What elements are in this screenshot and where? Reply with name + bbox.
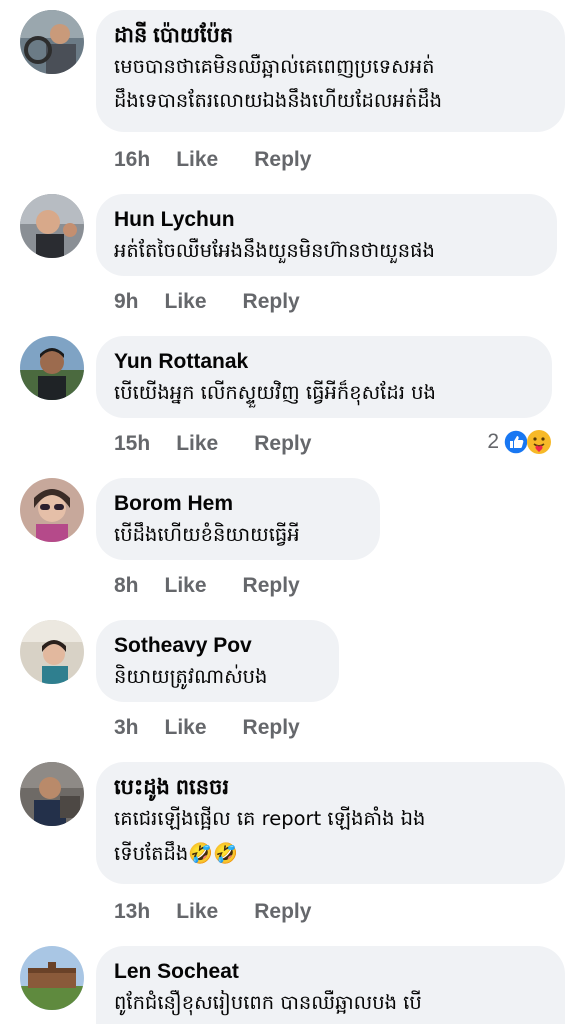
comment-bubble: បេះដូង ពនេចរ គេជេរឡើងផ្អើល គេ report ឡើង…	[96, 762, 565, 884]
like-button[interactable]: Like	[176, 432, 218, 456]
comment-actions: 15h Like Reply	[114, 429, 311, 459]
comment-bubble: ដានី ប៉ោយប៉ែត មេចបានថាគេមិនឈឺឆ្អាល់គេពេញ…	[96, 10, 565, 132]
like-button[interactable]: Like	[165, 290, 207, 314]
avatar[interactable]	[20, 478, 84, 542]
commenter-name[interactable]: Sotheavy Pov	[114, 632, 319, 660]
comment-bubble: Borom Hem បើដឹងហើយខំនិយាយធ្វើអី	[96, 478, 380, 560]
commenter-name[interactable]: បេះដូង ពនេចរ	[114, 774, 545, 802]
avatar-photo	[20, 10, 84, 74]
avatar[interactable]	[20, 762, 84, 826]
like-button[interactable]: Like	[176, 148, 218, 172]
reply-button[interactable]: Reply	[254, 148, 311, 172]
like-button[interactable]: Like	[165, 716, 207, 740]
comment-bubble: Len Socheat ពូកែជំនឿខុសរៀបពេក បានឈឺឆ្អាល…	[96, 946, 565, 1024]
comment-bubble: Hun Lychun អត់តែចៃឈឺមអែងនឹងយួនមិនហ៊ានថាយ…	[96, 194, 557, 276]
commenter-name[interactable]: Yun Rottanak	[114, 348, 532, 376]
like-button[interactable]: Like	[176, 900, 218, 924]
comment-actions: 8h Like Reply	[114, 571, 300, 601]
comment-text-body: គេជេរឡើងផ្អើល គេ report ឡើងគាំង ឯង ទើបតែ…	[114, 807, 426, 865]
commenter-name[interactable]: ដានី ប៉ោយប៉ែត	[114, 22, 545, 50]
avatar[interactable]	[20, 194, 84, 258]
comment-actions: 9h Like Reply	[114, 287, 300, 317]
commenter-name[interactable]: Len Socheat	[114, 958, 545, 986]
comment-text: មេចបានថាគេមិនឈឺឆ្អាល់គេពេញប្រទេសអត់ ដឹងទ…	[114, 55, 443, 112]
reaction-count: 2	[487, 430, 499, 453]
comment-bubble: Yun Rottanak បើយើងអ្នក លើកស្ទួយវិញ ធ្វើអ…	[96, 336, 552, 418]
avatar[interactable]	[20, 10, 84, 74]
avatar-photo	[20, 336, 84, 400]
comment-text: គេជេរឡើងផ្អើល គេ report ឡើងគាំង ឯង ទើបតែ…	[114, 802, 545, 871]
comment-actions: 3h Like Reply	[114, 713, 300, 743]
comment-text: បើដឹងហើយខំនិយាយធ្វើអី	[114, 523, 300, 546]
reply-button[interactable]: Reply	[254, 900, 311, 924]
reply-button[interactable]: Reply	[243, 716, 300, 740]
comment-timestamp[interactable]: 16h	[114, 148, 150, 172]
avatar[interactable]	[20, 620, 84, 684]
comment-bubble: Sotheavy Pov និយាយត្រូវណាស់បង	[96, 620, 339, 702]
comment-text: និយាយត្រូវណាស់បង	[114, 665, 268, 688]
like-button[interactable]: Like	[165, 574, 207, 598]
avatar-photo	[20, 762, 84, 826]
comment-text: បើយើងអ្នក លើកស្ទួយវិញ ធ្វើអីក៏ខុសដែរ បង	[114, 381, 436, 404]
reply-button[interactable]: Reply	[243, 290, 300, 314]
care-reaction-icon	[527, 430, 551, 454]
comment-actions: 13h Like Reply	[114, 897, 311, 927]
comment-timestamp[interactable]: 8h	[114, 574, 139, 598]
avatar[interactable]	[20, 946, 84, 1010]
avatar[interactable]	[20, 336, 84, 400]
comment-timestamp[interactable]: 15h	[114, 432, 150, 456]
comment-timestamp[interactable]: 9h	[114, 290, 139, 314]
reply-button[interactable]: Reply	[243, 574, 300, 598]
avatar-photo	[20, 478, 84, 542]
reaction-summary[interactable]: 2	[487, 427, 552, 457]
commenter-name[interactable]: Hun Lychun	[114, 206, 537, 234]
comment-text: អត់តែចៃឈឺមអែងនឹងយួនមិនហ៊ានថាយួនផង	[114, 239, 435, 262]
commenter-name[interactable]: Borom Hem	[114, 490, 360, 518]
avatar-photo	[20, 194, 84, 258]
comment-timestamp[interactable]: 13h	[114, 900, 150, 924]
reply-button[interactable]: Reply	[254, 432, 311, 456]
laughing-emoji: 🤣🤣	[188, 841, 239, 865]
avatar-photo	[20, 946, 84, 1010]
comments-feed: ដានី ប៉ោយប៉ែត មេចបានថាគេមិនឈឺឆ្អាល់គេពេញ…	[0, 0, 584, 1024]
comment-timestamp[interactable]: 3h	[114, 716, 139, 740]
avatar-photo	[20, 620, 84, 684]
comment-text: ពូកែជំនឿខុសរៀបពេក បានឈឺឆ្អាលបង បើ	[114, 991, 422, 1014]
comment-actions: 16h Like Reply	[114, 145, 311, 175]
